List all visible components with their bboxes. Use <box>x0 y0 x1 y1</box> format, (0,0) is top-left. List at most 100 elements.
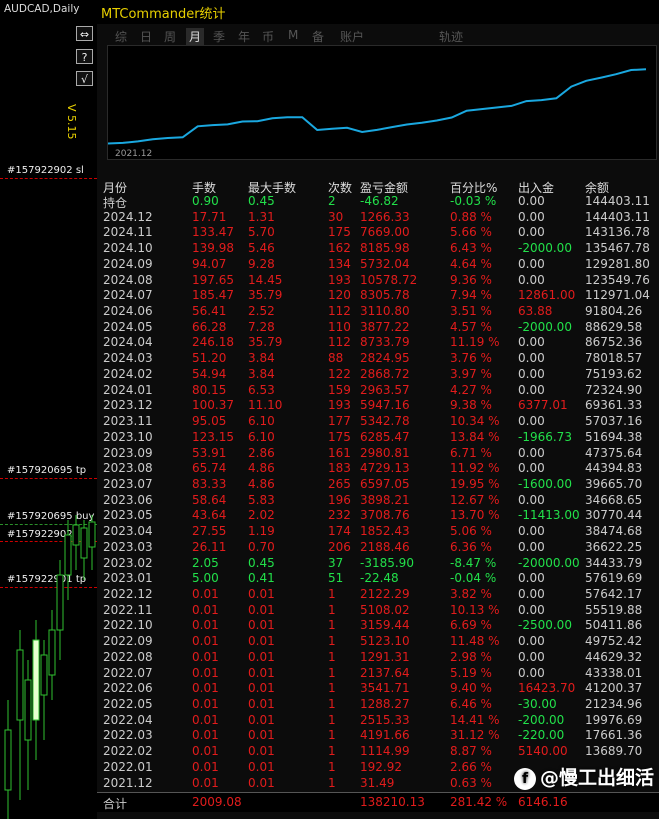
cell-deposit: 0.00 <box>518 366 545 381</box>
cell-max-lots: 0.01 <box>248 681 275 696</box>
cell-deposit: 6377.01 <box>518 398 568 413</box>
cell-deposit: 63.88 <box>518 304 553 319</box>
tab-notes[interactable]: 备 <box>312 28 324 45</box>
cell-max-lots: 0.01 <box>248 759 275 774</box>
cell-lots: 17.71 <box>192 209 227 224</box>
cell-max-lots: 6.53 <box>248 382 275 397</box>
cell-pnl: 6285.47 <box>360 429 410 444</box>
cell-month: 2021.12 <box>103 775 153 790</box>
cell-month: 2024.10 <box>103 241 153 256</box>
cell-max-lots: 11.10 <box>248 398 283 413</box>
tab-track[interactable]: 轨迹 <box>439 28 463 45</box>
cell-count: 1 <box>328 728 336 743</box>
statistics-panel: MTCommander统计 综 日 周 月 季 年 币 M 备 账户 轨迹 20… <box>97 0 659 819</box>
cell-count: 1 <box>328 618 336 633</box>
cell-percent: 5.66 % <box>450 225 492 240</box>
cell-percent: 10.13 % <box>450 602 500 617</box>
cell-pnl: 3541.71 <box>360 681 410 696</box>
cell-deposit: 0.00 <box>518 665 545 680</box>
cell-balance: 123549.76 <box>585 272 650 287</box>
cell-max-lots: 6.10 <box>248 414 275 429</box>
cell-percent: 7.94 % <box>450 288 492 303</box>
cell-lots: 0.01 <box>192 712 219 727</box>
cell-lots: 0.01 <box>192 602 219 617</box>
cell-count: 134 <box>328 256 351 271</box>
cell-max-lots: 0.41 <box>248 571 275 586</box>
tab-weekly[interactable]: 周 <box>164 28 176 45</box>
cell-pnl: -3185.90 <box>360 555 414 570</box>
cell-count: 1 <box>328 697 336 712</box>
cell-percent: 2.98 % <box>450 649 492 664</box>
watermark: f @慢工出细活 <box>514 763 654 790</box>
cell-deposit: 0.00 <box>518 225 545 240</box>
cell-lots: 80.15 <box>192 382 227 397</box>
cell-pnl: 3159.44 <box>360 618 410 633</box>
cell-count: 1 <box>328 649 336 664</box>
cell-max-lots: 0.01 <box>248 602 275 617</box>
cell-balance: 135467.78 <box>585 241 650 256</box>
cell-lots: 100.37 <box>192 398 234 413</box>
cell-lots: 43.64 <box>192 508 227 523</box>
tab-magic[interactable]: M <box>288 28 298 42</box>
cell-deposit: 5140.00 <box>518 744 568 759</box>
cell-pnl: 3877.22 <box>360 319 410 334</box>
price-chart-strip: AUDCAD,Daily ⇔ ? √ V 5.15 #157922902 sl … <box>0 0 120 819</box>
cell-max-lots: 6.10 <box>248 429 275 444</box>
platform-logo-icon: f <box>514 767 536 790</box>
cell-balance: 144403.11 <box>585 209 650 224</box>
table-row: 持仓 0.90 0.45 2 -46.82 -0.03 % 0.00 144403.11 <box>97 194 659 210</box>
cell-lots: 58.64 <box>192 492 227 507</box>
cell-lots: 65.74 <box>192 461 227 476</box>
cell-month: 2022.07 <box>103 665 153 680</box>
cell-balance: 50411.86 <box>585 618 643 633</box>
table-row: 2022.02 0.01 0.01 1 1114.99 8.87 % 5140.00 1368… <box>97 744 659 760</box>
tab-daily[interactable]: 日 <box>140 28 152 45</box>
cell-pnl: 4191.66 <box>360 728 410 743</box>
cell-lots: 27.55 <box>192 524 227 539</box>
cell-pnl: 3110.80 <box>360 304 410 319</box>
table-row: 2024.04 246.18 35.79 112 8733.79 11.19 % 0.00 8… <box>97 335 659 351</box>
cell-month: 2024.02 <box>103 366 153 381</box>
tab-currency[interactable]: 币 <box>262 28 274 45</box>
cell-deposit: -200.00 <box>518 712 565 727</box>
cell-lots: 66.28 <box>192 319 227 334</box>
cell-month: 2023.08 <box>103 461 153 476</box>
cell-balance: 38474.68 <box>585 524 643 539</box>
cell-count: 175 <box>328 429 351 444</box>
cell-max-lots: 1.19 <box>248 524 275 539</box>
tab-yearly[interactable]: 年 <box>238 28 250 45</box>
cell-max-lots: 7.28 <box>248 319 275 334</box>
cell-month: 2023.03 <box>103 539 153 554</box>
cell-lots: 94.07 <box>192 256 227 271</box>
table-row: 2022.07 0.01 0.01 1 2137.64 5.19 % 0.00 43338.0… <box>97 666 659 682</box>
cell-max-lots: 5.70 <box>248 225 275 240</box>
cell-pnl: 5108.02 <box>360 602 410 617</box>
cell-count: 232 <box>328 508 351 523</box>
cell-month: 2024.01 <box>103 382 153 397</box>
cell-deposit: 0.00 <box>518 351 545 366</box>
cell-month: 2024.12 <box>103 209 153 224</box>
cell-percent: 13.70 % <box>450 508 500 523</box>
tab-monthly[interactable]: 月 <box>186 28 205 45</box>
table-row: 2023.09 53.91 2.86 161 2980.81 6.71 % 0.00 4737… <box>97 446 659 462</box>
cell-pnl: 3898.21 <box>360 492 410 507</box>
cell-count: 1 <box>328 775 336 790</box>
cell-count: 1 <box>328 712 336 727</box>
cell-deposit: 0.00 <box>518 335 545 350</box>
cell-percent: -8.47 % <box>450 555 497 570</box>
tab-quarterly[interactable]: 季 <box>213 28 225 45</box>
table-row: 2023.03 26.11 0.70 206 2188.46 6.36 % 0.00 3662… <box>97 540 659 556</box>
table-row: 2023.01 5.00 0.41 51 -22.48 -0.04 % 0.00 57619.… <box>97 571 659 587</box>
cell-balance: 21234.96 <box>585 697 643 712</box>
cell-lots: 197.65 <box>192 272 234 287</box>
cell-max-lots: 0.70 <box>248 539 275 554</box>
cell-max-lots: 35.79 <box>248 288 283 303</box>
tab-account[interactable]: 账户 <box>340 28 364 45</box>
cell-month: 2022.11 <box>103 602 153 617</box>
cell-lots: 56.41 <box>192 304 227 319</box>
cell-month: 2023.10 <box>103 429 153 444</box>
cell-max-lots: 0.45 <box>248 555 275 570</box>
cell-percent: 10.34 % <box>450 414 500 429</box>
tab-summary[interactable]: 综 <box>115 28 127 45</box>
cell-max-lots: 0.01 <box>248 728 275 743</box>
